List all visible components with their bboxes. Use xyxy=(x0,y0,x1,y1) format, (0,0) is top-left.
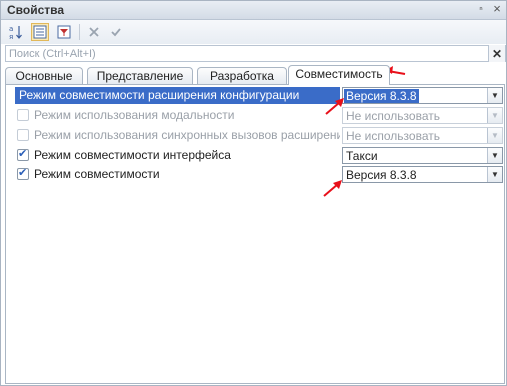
select-value: Не использовать xyxy=(346,109,440,123)
categories-icon xyxy=(33,25,47,39)
filter-icon xyxy=(57,25,71,39)
property-label: Режим использования синхронных вызовов р… xyxy=(34,128,340,142)
chevron-down-icon[interactable]: ▼ xyxy=(487,88,502,103)
chevron-down-icon[interactable]: ▼ xyxy=(487,128,502,143)
modality-checkbox[interactable] xyxy=(17,109,29,121)
modality-select[interactable]: Не использовать ▼ xyxy=(342,107,503,124)
property-label: Режим совместимости интерфейса xyxy=(34,148,231,162)
sort-button[interactable]: ая xyxy=(7,23,25,41)
interface-compat-select[interactable]: Такси ▼ xyxy=(342,147,503,164)
select-value: Не использовать xyxy=(346,129,440,143)
extension-compat-select[interactable]: Версия 8.3.8 ▼ xyxy=(342,87,503,104)
annotation-arrow-icon xyxy=(323,180,342,197)
close-button[interactable]: × xyxy=(490,2,504,16)
tab-development[interactable]: Разработка xyxy=(197,67,287,84)
delete-icon xyxy=(89,27,99,37)
delete-button[interactable] xyxy=(85,23,103,41)
search-clear-button[interactable]: ✕ xyxy=(488,45,505,62)
filter-button[interactable] xyxy=(55,23,73,41)
property-label: Режим использования модальности xyxy=(34,108,235,122)
tab-compatibility[interactable]: Совместимость xyxy=(288,65,390,85)
compat-mode-checkbox[interactable] xyxy=(17,166,29,180)
pin-button[interactable]: ⁿ xyxy=(474,2,488,16)
property-row-extension-compat[interactable]: Режим совместимости расширения конфигура… xyxy=(6,86,504,105)
sort-az-icon: ая xyxy=(9,25,22,40)
categories-button[interactable] xyxy=(31,23,49,41)
select-value: Версия 8.3.8 xyxy=(346,168,417,182)
chevron-down-icon[interactable]: ▼ xyxy=(487,148,502,163)
tab-main[interactable]: Основные xyxy=(5,67,83,84)
properties-window: Свойства ⁿ × ая Поиск (Ctrl+Alt+I) ✕ Осн… xyxy=(0,0,507,386)
select-value: Такси xyxy=(346,149,378,163)
title-bar: Свойства ⁿ × xyxy=(1,1,506,20)
property-row-compat-mode[interactable]: Режим совместимости Версия 8.3.8 ▼ xyxy=(6,165,504,184)
property-label: Режим совместимости расширения конфигура… xyxy=(19,88,300,102)
select-value: Версия 8.3.8 xyxy=(344,89,419,103)
sync-calls-checkbox[interactable] xyxy=(17,129,29,141)
compat-mode-select[interactable]: Версия 8.3.8 ▼ xyxy=(342,166,503,183)
apply-button[interactable] xyxy=(107,23,125,41)
toolbar-separator xyxy=(79,24,80,40)
chevron-down-icon[interactable]: ▼ xyxy=(487,167,502,182)
tab-bar: Основные Представление Разработка Совмес… xyxy=(5,65,505,85)
property-row-interface-compat[interactable]: Режим совместимости интерфейса Такси ▼ xyxy=(6,146,504,165)
interface-compat-checkbox[interactable] xyxy=(17,147,29,161)
toolbar: ая xyxy=(1,20,506,44)
svg-text:а: а xyxy=(9,25,13,33)
search-placeholder: Поиск (Ctrl+Alt+I) xyxy=(9,48,96,60)
property-row-sync-calls[interactable]: Режим использования синхронных вызовов р… xyxy=(6,126,504,145)
svg-text:я: я xyxy=(9,33,13,40)
properties-panel: Режим совместимости расширения конфигура… xyxy=(5,84,505,384)
property-row-modality[interactable]: Режим использования модальности Не испол… xyxy=(6,106,504,125)
apply-icon xyxy=(111,28,121,37)
property-label: Режим совместимости xyxy=(34,167,160,181)
chevron-down-icon[interactable]: ▼ xyxy=(487,108,502,123)
sync-calls-select[interactable]: Не использовать ▼ xyxy=(342,127,503,144)
window-title: Свойства xyxy=(7,3,65,17)
tab-presentation[interactable]: Представление xyxy=(87,67,193,84)
search-field[interactable]: Поиск (Ctrl+Alt+I) ✕ xyxy=(5,45,506,62)
annotation-arrow-icon xyxy=(325,98,344,115)
